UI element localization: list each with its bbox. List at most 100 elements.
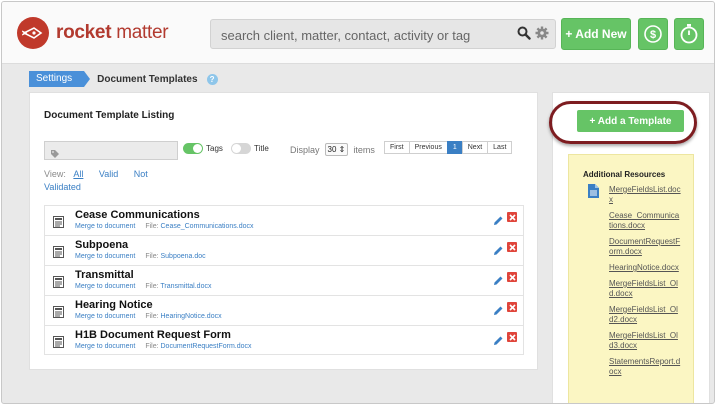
pager-first[interactable]: First bbox=[384, 141, 410, 154]
file-link[interactable]: DocumentRequestForm.docx bbox=[161, 343, 252, 350]
dollar-icon: $ bbox=[644, 25, 662, 43]
title-toggle[interactable]: Title bbox=[231, 143, 269, 154]
tags-toggle[interactable]: Tags bbox=[183, 143, 223, 154]
merge-to-document-link[interactable]: Merge to document bbox=[75, 223, 135, 230]
resources-title: Additional Resources bbox=[583, 170, 666, 179]
template-title[interactable]: Subpoena bbox=[75, 239, 128, 251]
template-title[interactable]: Cease Communications bbox=[75, 209, 200, 221]
template-file-icon bbox=[53, 275, 64, 293]
display-label: Display bbox=[290, 144, 320, 155]
logo-text: rocket matter bbox=[56, 22, 169, 44]
resource-link[interactable]: DocumentRequestForm.docx bbox=[609, 237, 681, 257]
delete-icon[interactable] bbox=[507, 242, 517, 252]
breadcrumb-current: Document Templates bbox=[97, 73, 198, 85]
additional-resources: Additional Resources MergeFieldsList.doc… bbox=[568, 154, 694, 403]
tag-icon bbox=[50, 146, 60, 164]
pencil-icon[interactable] bbox=[493, 273, 504, 291]
pencil-icon[interactable] bbox=[493, 303, 504, 321]
merge-to-document-link[interactable]: Merge to document bbox=[75, 313, 135, 320]
search-bar bbox=[210, 19, 556, 49]
rocket-logo-icon bbox=[17, 17, 49, 49]
view-not-validated-link[interactable]: Not bbox=[134, 169, 148, 179]
title-switch[interactable] bbox=[231, 143, 251, 154]
merge-to-document-link[interactable]: Merge to document bbox=[75, 283, 135, 290]
resources-list: MergeFieldsList.docx Cease_Communications… bbox=[609, 185, 681, 383]
pager-page-1[interactable]: 1 bbox=[446, 141, 463, 154]
template-meta: Merge to document File: Subpoena.doc bbox=[75, 253, 206, 260]
file-label: File: bbox=[145, 343, 159, 350]
panel-title: Document Template Listing bbox=[44, 110, 175, 121]
title-toggle-label: Title bbox=[254, 144, 269, 153]
template-list: Cease Communications Merge to document Fil… bbox=[44, 205, 524, 355]
resource-link[interactable]: MergeFieldsList_Old2.docx bbox=[609, 305, 681, 325]
template-file-icon bbox=[53, 245, 64, 263]
display-count: Display 30 ⇕ items bbox=[290, 143, 375, 156]
file-link[interactable]: Transmittal.docx bbox=[160, 283, 211, 290]
file-label: File: bbox=[145, 283, 159, 290]
resource-link[interactable]: StatementsReport.docx bbox=[609, 357, 681, 377]
add-template-button[interactable]: + Add a Template bbox=[577, 110, 684, 132]
resource-link[interactable]: HearingNotice.docx bbox=[609, 263, 681, 273]
template-meta: Merge to document File: Cease_Communicati… bbox=[75, 223, 254, 230]
delete-icon[interactable] bbox=[507, 272, 517, 282]
breadcrumb: Settings Document Templates ? bbox=[29, 71, 218, 87]
template-row: H1B Document Request Form Merge to docume… bbox=[44, 325, 524, 355]
delete-icon[interactable] bbox=[507, 212, 517, 222]
resource-link[interactable]: Cease_Communications.docx bbox=[609, 211, 681, 231]
help-icon[interactable]: ? bbox=[206, 73, 218, 85]
file-label: File: bbox=[145, 253, 159, 260]
template-title[interactable]: Transmittal bbox=[75, 269, 134, 281]
template-file-icon bbox=[53, 215, 64, 233]
pencil-icon[interactable] bbox=[493, 333, 504, 351]
tags-switch[interactable] bbox=[183, 143, 203, 154]
pencil-icon[interactable] bbox=[493, 213, 504, 231]
merge-to-document-link[interactable]: Merge to document bbox=[75, 343, 135, 350]
pencil-icon[interactable] bbox=[493, 243, 504, 261]
template-meta: Merge to document File: DocumentRequestFo… bbox=[75, 343, 252, 350]
items-label: items bbox=[353, 144, 375, 155]
view-not-validated-link-cont[interactable]: Validated bbox=[44, 182, 81, 192]
view-label: View: bbox=[44, 169, 66, 179]
template-row: Cease Communications Merge to document Fil… bbox=[44, 205, 524, 235]
file-label: File: bbox=[145, 223, 159, 230]
template-title[interactable]: H1B Document Request Form bbox=[75, 329, 231, 341]
tag-filter-input[interactable] bbox=[44, 141, 178, 160]
delete-icon[interactable] bbox=[507, 302, 517, 312]
template-title[interactable]: Hearing Notice bbox=[75, 299, 153, 311]
view-valid-link[interactable]: Valid bbox=[99, 169, 118, 179]
breadcrumb-settings[interactable]: Settings bbox=[29, 71, 91, 87]
resource-link[interactable]: MergeFieldsList_Old3.docx bbox=[609, 331, 681, 351]
merge-to-document-link[interactable]: Merge to document bbox=[75, 253, 135, 260]
view-all-link[interactable]: All bbox=[73, 169, 83, 179]
template-listing-panel: Document Template Listing Tags Title Dis… bbox=[29, 92, 538, 370]
pager-last[interactable]: Last bbox=[487, 141, 513, 154]
search-input[interactable] bbox=[221, 25, 511, 45]
pager-previous[interactable]: Previous bbox=[408, 141, 448, 154]
timer-button[interactable] bbox=[674, 18, 704, 50]
template-row: Subpoena Merge to document File: Subpoena.… bbox=[44, 235, 524, 265]
add-new-button[interactable]: + Add New bbox=[561, 18, 631, 50]
tags-toggle-label: Tags bbox=[206, 144, 223, 153]
file-link[interactable]: HearingNotice.docx bbox=[161, 313, 222, 320]
resource-link[interactable]: MergeFieldsList_Old.docx bbox=[609, 279, 681, 299]
app-window: rocket matter + Add New $ Settings Docum… bbox=[1, 1, 715, 404]
template-file-icon bbox=[53, 335, 64, 353]
display-count-value: 30 bbox=[327, 145, 337, 154]
logo[interactable]: rocket matter bbox=[17, 17, 169, 49]
pager-next[interactable]: Next bbox=[461, 141, 489, 154]
billing-button[interactable]: $ bbox=[638, 18, 668, 50]
delete-icon[interactable] bbox=[507, 332, 517, 342]
display-count-select[interactable]: 30 ⇕ bbox=[324, 143, 349, 156]
template-row: Hearing Notice Merge to document File: Hea… bbox=[44, 295, 524, 325]
template-meta: Merge to document File: HearingNotice.doc… bbox=[75, 313, 222, 320]
search-icon[interactable] bbox=[517, 26, 531, 45]
file-link[interactable]: Subpoena.doc bbox=[161, 253, 206, 260]
template-file-icon bbox=[53, 305, 64, 323]
logo-text-light: matter bbox=[111, 22, 169, 43]
resource-link[interactable]: MergeFieldsList.docx bbox=[609, 185, 681, 205]
template-row: Transmittal Merge to document File: Transm… bbox=[44, 265, 524, 295]
file-link[interactable]: Cease_Communications.docx bbox=[161, 223, 254, 230]
gear-icon[interactable] bbox=[535, 26, 549, 45]
file-label: File: bbox=[145, 313, 159, 320]
svg-text:$: $ bbox=[650, 29, 656, 41]
